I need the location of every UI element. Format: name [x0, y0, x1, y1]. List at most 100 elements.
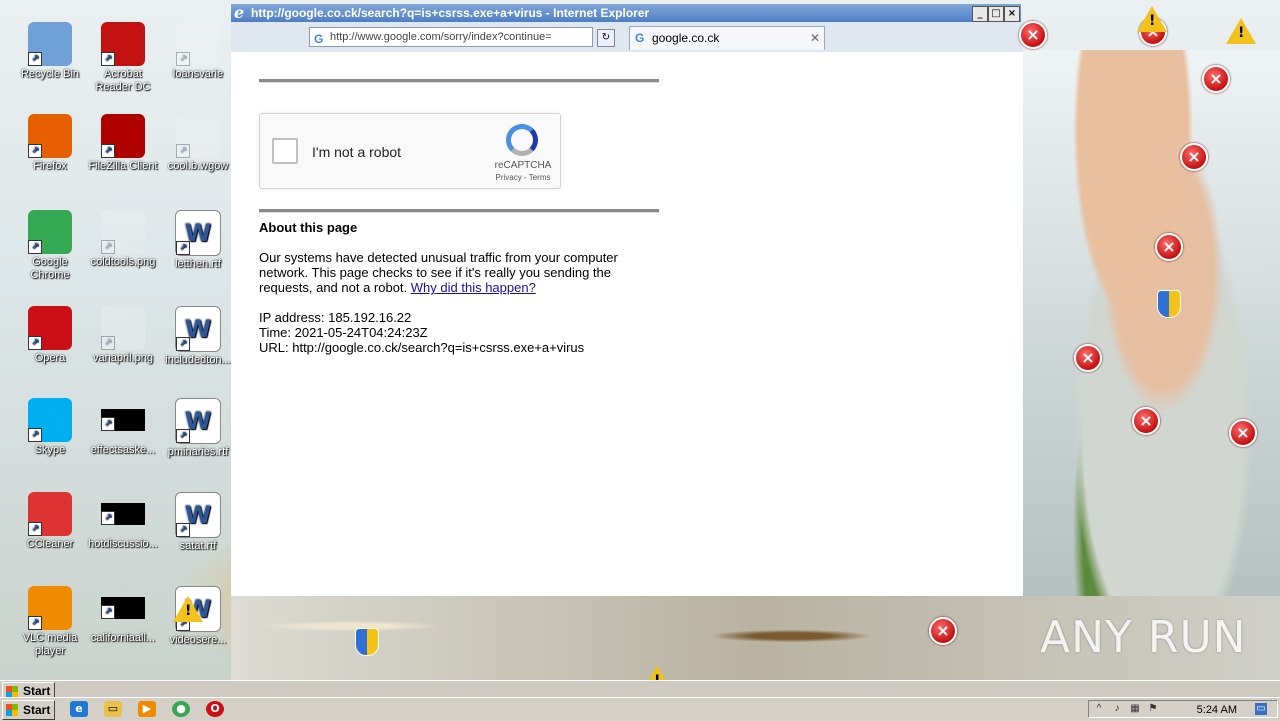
- desktop-icon-label: Acrobat Reader DC: [95, 68, 151, 93]
- desktop-icon[interactable]: ↗ Skype: [12, 398, 88, 457]
- network-icon[interactable]: ▦: [1129, 703, 1141, 715]
- desktop-icon[interactable]: ↗ vanapril.png: [85, 306, 161, 365]
- close-button[interactable]: ×: [1004, 6, 1020, 22]
- desktop-icon[interactable]: ↗ cool.b.wgow: [160, 114, 236, 173]
- shortcut-arrow-icon: ↗: [176, 429, 190, 443]
- uac-shield-icon[interactable]: [355, 628, 379, 656]
- recaptcha-brand: reCAPTCHA: [494, 160, 552, 171]
- about-title: About this page: [259, 220, 358, 235]
- error-icon[interactable]: ×: [929, 617, 957, 645]
- error-icon[interactable]: ×: [1074, 344, 1102, 372]
- desktop-icon[interactable]: ↗ FileZilla Client: [85, 114, 161, 173]
- maximize-button[interactable]: □: [988, 6, 1004, 22]
- desktop-icon-label: pminaries.rtf: [167, 446, 229, 458]
- word-doc-icon: W ↗: [175, 306, 221, 352]
- start-button[interactable]: Start: [2, 700, 56, 720]
- shortcut-arrow-icon: ↗: [176, 337, 190, 351]
- recycle-bin-icon: ↗: [28, 22, 72, 66]
- why-link[interactable]: Why did this happen?: [411, 280, 536, 295]
- skype-icon: ↗: [28, 398, 72, 442]
- desktop-icon[interactable]: ↗ hotdiscussio...: [85, 492, 161, 551]
- shortcut-arrow-icon: ↗: [176, 523, 190, 537]
- desktop-icon-label: includedton...: [165, 354, 231, 366]
- refresh-icon[interactable]: ↻: [597, 29, 615, 47]
- google-favicon-icon: G: [635, 31, 645, 45]
- uac-shield-icon[interactable]: [1157, 290, 1181, 318]
- timestamp: Time: 2021-05-24T04:24:23Z: [259, 325, 428, 340]
- address-text: http://www.google.com/sorry/index?contin…: [330, 31, 552, 43]
- desktop-icon[interactable]: ↗ Google Chrome: [12, 210, 88, 282]
- desktop-icon[interactable]: ↗ CCleaner: [12, 492, 88, 551]
- desktop-icon-label: letthen.rtf: [175, 258, 221, 270]
- shortcut-arrow-icon: ↗: [176, 52, 190, 66]
- desktop-icon[interactable]: ↗ effectsaske...: [85, 398, 161, 457]
- windows-logo-icon: [6, 704, 18, 716]
- media-player-taskbar-icon[interactable]: ▶: [138, 701, 156, 717]
- desktop-icon-label: VLC media player: [22, 632, 78, 657]
- ie-title-bar[interactable]: e http://google.co.ck/search?q=is+csrss.…: [231, 4, 1021, 22]
- request-details: IP address: 185.192.16.22 Time: 2021-05-…: [259, 310, 584, 355]
- browser-tab[interactable]: G google.co.ck ✕: [629, 26, 825, 50]
- show-desktop-icon[interactable]: ▭: [1255, 703, 1267, 715]
- start-label: Start: [23, 703, 51, 717]
- desktop-icon[interactable]: ↗ loansvarie: [160, 22, 236, 81]
- desktop-icon[interactable]: W ↗ pminaries.rtf: [160, 398, 236, 459]
- error-icon[interactable]: ×: [1019, 21, 1047, 49]
- desktop-icon[interactable]: ↗ coldtools.png: [85, 210, 161, 269]
- desktop-icon[interactable]: ↗ Recycle Bin: [12, 22, 88, 81]
- shortcut-arrow-icon: ↗: [28, 522, 42, 536]
- desktop-icon[interactable]: ↗ californiaall...: [85, 586, 161, 645]
- image-file-icon: ↗: [101, 210, 145, 254]
- desktop-icon-label: Skype: [34, 444, 66, 456]
- action-center-flag-icon[interactable]: ⚑: [1147, 703, 1159, 715]
- tray-expand-icon[interactable]: ^: [1093, 703, 1105, 715]
- desktop-icon[interactable]: W ↗ satat.rtf: [160, 492, 236, 553]
- warning-icon[interactable]: !: [1226, 18, 1256, 44]
- desktop-icon[interactable]: W ↗ letthen.rtf: [160, 210, 236, 271]
- word-doc-icon: W ↗: [175, 210, 221, 256]
- desktop-icon[interactable]: ↗ Opera: [12, 306, 88, 365]
- warning-icon[interactable]: !: [173, 596, 203, 622]
- vlc-icon: ↗: [28, 586, 72, 630]
- opera-taskbar-icon[interactable]: O: [206, 701, 224, 717]
- desktop-icon-label: loansvarie: [172, 68, 224, 80]
- wallpaper-photo: [1023, 50, 1280, 600]
- firefox-icon: ↗: [28, 114, 72, 158]
- desktop-icon-label: vanapril.png: [93, 352, 153, 364]
- desktop-icon[interactable]: ↗ Firefox: [12, 114, 88, 173]
- ie-toolbar: G http://www.google.com/sorry/index?cont…: [231, 22, 1023, 53]
- recaptcha-checkbox[interactable]: [272, 138, 298, 164]
- terms-link[interactable]: Terms: [529, 173, 551, 182]
- image-file-icon: ↗: [101, 306, 145, 350]
- system-tray: ^ ♪ ▦ ⚑ 5:24 AM ▭: [1088, 700, 1278, 718]
- desktop-icon-label: FileZilla Client: [88, 160, 158, 172]
- error-icon[interactable]: ×: [1155, 233, 1183, 261]
- desktop-icon[interactable]: ↗ VLC media player: [12, 586, 88, 658]
- desktop-icon-label: Google Chrome: [30, 256, 70, 281]
- filezilla-icon: ↗: [101, 114, 145, 158]
- chrome-taskbar-icon[interactable]: ●: [172, 701, 190, 717]
- minimize-button[interactable]: _: [972, 6, 988, 22]
- privacy-link[interactable]: Privacy: [496, 173, 522, 182]
- error-icon[interactable]: ×: [1180, 143, 1208, 171]
- desktop-icon-label: Recycle Bin: [20, 68, 80, 80]
- error-icon[interactable]: ×: [1202, 65, 1230, 93]
- error-icon[interactable]: ×: [1132, 407, 1160, 435]
- ie-taskbar-icon[interactable]: e: [70, 701, 88, 717]
- desktop-icon[interactable]: ↗ Acrobat Reader DC: [85, 22, 161, 94]
- clock[interactable]: 5:24 AM: [1197, 702, 1237, 718]
- shortcut-arrow-icon: ↗: [176, 241, 190, 255]
- shortcut-arrow-icon: ↗: [28, 428, 42, 442]
- error-icon[interactable]: ×: [1229, 419, 1257, 447]
- explorer-taskbar-icon[interactable]: ▭: [104, 701, 122, 717]
- address-bar[interactable]: G http://www.google.com/sorry/index?cont…: [309, 27, 593, 47]
- ie-logo-icon: e: [234, 4, 245, 22]
- desktop-icon-label: effectsaske...: [90, 444, 156, 456]
- volume-icon[interactable]: ♪: [1111, 703, 1123, 715]
- desktop-icon[interactable]: W ↗ includedton...: [160, 306, 236, 367]
- tab-close-icon[interactable]: ✕: [810, 27, 820, 49]
- warning-icon[interactable]: !: [1137, 6, 1167, 32]
- taskbar: Start e ▭ ▶ ● O ^ ♪ ▦ ⚑ 5:24 AM ▭: [0, 697, 1280, 721]
- about-body: Our systems have detected unusual traffi…: [259, 250, 639, 295]
- chrome-icon: ↗: [28, 210, 72, 254]
